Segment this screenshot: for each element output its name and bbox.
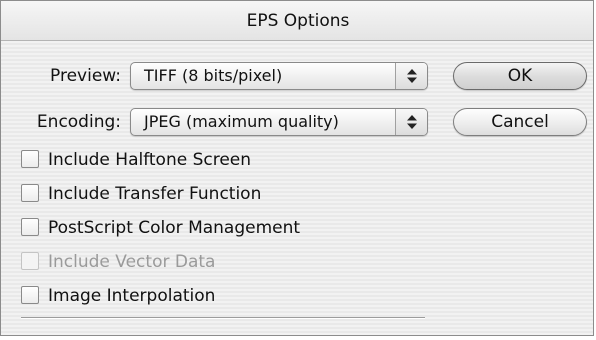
checkbox[interactable] xyxy=(21,150,39,168)
checkbox xyxy=(21,252,39,270)
up-down-arrows-icon xyxy=(395,63,427,89)
checkbox[interactable] xyxy=(21,286,39,304)
option-label: PostScript Color Management xyxy=(48,218,301,238)
eps-options-dialog: EPS Options Preview: TIFF (8 bits/pixel)… xyxy=(0,0,594,336)
option-label: Include Halftone Screen xyxy=(48,150,252,170)
up-down-arrows-icon xyxy=(395,109,427,135)
preview-label: Preview: xyxy=(50,66,121,86)
preview-popup[interactable]: TIFF (8 bits/pixel) xyxy=(130,62,428,90)
separator-line xyxy=(21,317,425,319)
checkbox[interactable] xyxy=(21,184,39,202)
ok-button[interactable]: OK xyxy=(453,62,587,90)
option-label: Include Transfer Function xyxy=(48,184,262,204)
option-label: Include Vector Data xyxy=(48,252,216,272)
encoding-popup[interactable]: JPEG (maximum quality) xyxy=(130,108,428,136)
preview-popup-value: TIFF (8 bits/pixel) xyxy=(144,66,283,85)
dialog-title-bar: EPS Options xyxy=(1,1,593,41)
option-label: Image Interpolation xyxy=(48,286,216,306)
encoding-popup-value: JPEG (maximum quality) xyxy=(144,112,339,131)
dialog-title: EPS Options xyxy=(246,11,350,31)
cancel-button[interactable]: Cancel xyxy=(453,108,587,136)
checkbox[interactable] xyxy=(21,218,39,236)
encoding-label: Encoding: xyxy=(36,112,121,132)
